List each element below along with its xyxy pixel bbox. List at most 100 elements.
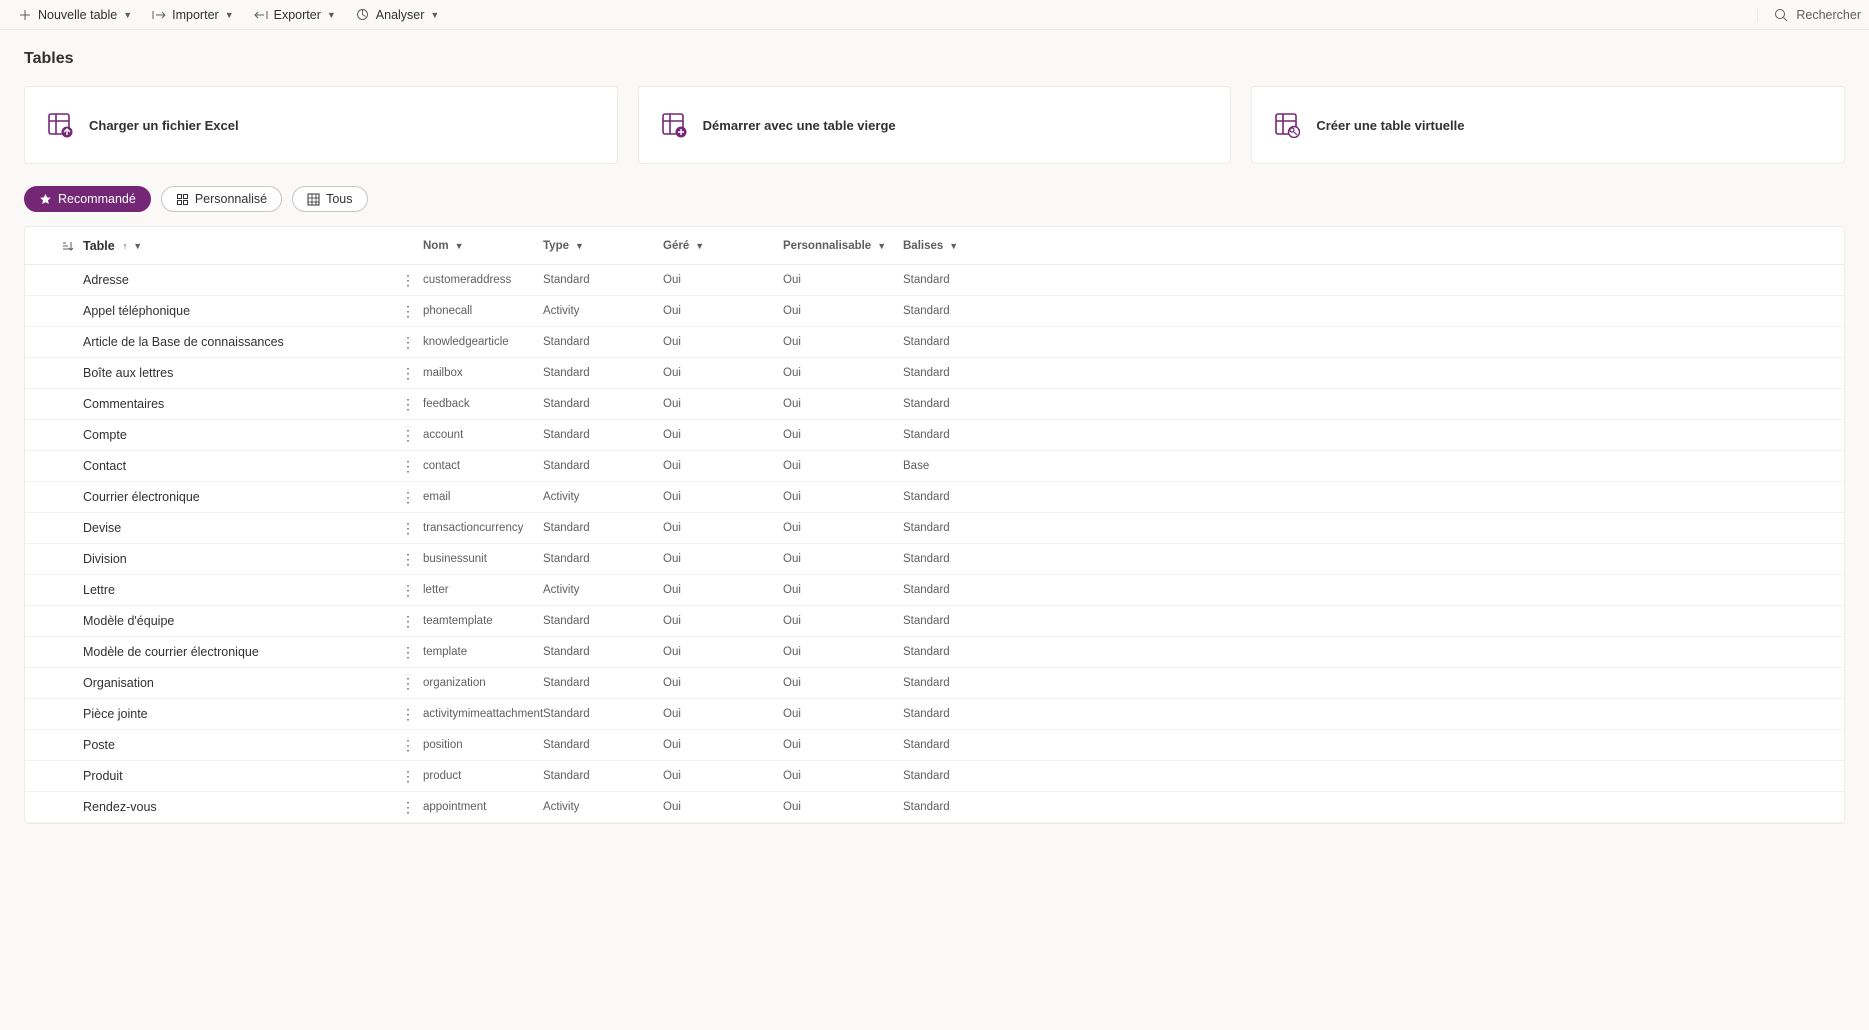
table-header-row: Table ↑ ▼ Nom ▼ Type ▼ Géré ▼ Personnali… [25,227,1844,265]
pill-custom[interactable]: Personnalisé [161,186,282,212]
table-name-link[interactable]: Courrier électronique [83,490,200,504]
table-name-link[interactable]: Commentaires [83,397,164,411]
table-row[interactable]: Compte⋮accountStandardOuiOuiStandard [25,420,1844,451]
cell-perso: Oui [783,336,903,348]
row-more-button[interactable]: ⋮ [393,521,423,535]
table-name-link[interactable]: Rendez-vous [83,800,157,814]
table-row[interactable]: Contact⋮contactStandardOuiOuiBase [25,451,1844,482]
cell-balises: Standard [903,739,1023,751]
card-upload-excel[interactable]: Charger un fichier Excel [24,86,618,164]
new-table-button[interactable]: Nouvelle table ▼ [8,4,142,26]
cell-perso: Oui [783,460,903,472]
card-create-virtual[interactable]: Créer une table virtuelle [1251,86,1845,164]
row-more-button[interactable]: ⋮ [393,335,423,349]
row-more-button[interactable]: ⋮ [393,614,423,628]
table-row[interactable]: Lettre⋮letterActivityOuiOuiStandard [25,575,1844,606]
table-name-link[interactable]: Produit [83,769,123,783]
table-name-link[interactable]: Appel téléphonique [83,304,190,318]
sort-icon[interactable] [61,240,73,252]
table-name-link[interactable]: Modèle de courrier électronique [83,645,259,659]
table-name-link[interactable]: Article de la Base de connaissances [83,335,284,349]
row-more-button[interactable]: ⋮ [393,707,423,721]
table-row[interactable]: Adresse⋮customeraddressStandardOuiOuiSta… [25,265,1844,296]
cell-perso: Oui [783,522,903,534]
col-header-balises[interactable]: Balises ▼ [903,240,1023,252]
cell-nom: feedback [423,398,543,410]
card-start-blank[interactable]: Démarrer avec une table vierge [638,86,1232,164]
table-name-link[interactable]: Lettre [83,583,115,597]
col-header-type[interactable]: Type ▼ [543,240,663,252]
table-row[interactable]: Modèle d'équipe⋮teamtemplateStandardOuiO… [25,606,1844,637]
row-more-button[interactable]: ⋮ [393,366,423,380]
row-more-button[interactable]: ⋮ [393,583,423,597]
cell-gere: Oui [663,677,783,689]
table-name-link[interactable]: Division [83,552,127,566]
more-vertical-icon: ⋮ [401,273,415,287]
table-row[interactable]: Division⋮businessunitStandardOuiOuiStand… [25,544,1844,575]
col-header-perso[interactable]: Personnalisable ▼ [783,240,903,252]
row-more-button[interactable]: ⋮ [393,490,423,504]
cell-perso: Oui [783,553,903,565]
cell-perso: Oui [783,677,903,689]
table-name-link[interactable]: Modèle d'équipe [83,614,174,628]
cell-gere: Oui [663,460,783,472]
table-row[interactable]: Organisation⋮organizationStandardOuiOuiS… [25,668,1844,699]
cell-balises: Standard [903,584,1023,596]
page-title: Tables [24,50,1845,68]
table-row[interactable]: Modèle de courrier électronique⋮template… [25,637,1844,668]
row-more-button[interactable]: ⋮ [393,428,423,442]
cell-gere: Oui [663,584,783,596]
table-name-link[interactable]: Contact [83,459,126,473]
table-name-link[interactable]: Devise [83,521,121,535]
row-more-button[interactable]: ⋮ [393,738,423,752]
table-row[interactable]: Appel téléphonique⋮phonecallActivityOuiO… [25,296,1844,327]
more-vertical-icon: ⋮ [401,552,415,566]
cell-nom: businessunit [423,553,543,565]
pill-recommended[interactable]: Recommandé [24,186,151,212]
table-name-link[interactable]: Organisation [83,676,154,690]
table-row[interactable]: Rendez-vous⋮appointmentActivityOuiOuiSta… [25,792,1844,823]
chevron-down-icon: ▼ [949,241,958,251]
card-upload-excel-label: Charger un fichier Excel [89,118,239,133]
table-name-link[interactable]: Adresse [83,273,129,287]
cell-perso: Oui [783,770,903,782]
row-more-button[interactable]: ⋮ [393,273,423,287]
row-more-button[interactable]: ⋮ [393,552,423,566]
table-row[interactable]: Commentaires⋮feedbackStandardOuiOuiStand… [25,389,1844,420]
table-name-link[interactable]: Boîte aux lettres [83,366,173,380]
table-name-link[interactable]: Compte [83,428,127,442]
table-row[interactable]: Devise⋮transactioncurrencyStandardOuiOui… [25,513,1844,544]
table-row[interactable]: Pièce jointe⋮activitymimeattachmentStand… [25,699,1844,730]
table-row[interactable]: Courrier électronique⋮emailActivityOuiOu… [25,482,1844,513]
row-more-button[interactable]: ⋮ [393,800,423,814]
table-row[interactable]: Produit⋮productStandardOuiOuiStandard [25,761,1844,792]
row-more-button[interactable]: ⋮ [393,459,423,473]
pill-all[interactable]: Tous [292,186,367,212]
table-name-link[interactable]: Poste [83,738,115,752]
export-button[interactable]: Exporter ▼ [244,4,346,26]
row-more-button[interactable]: ⋮ [393,676,423,690]
col-header-nom[interactable]: Nom ▼ [423,240,543,252]
table-row[interactable]: Poste⋮positionStandardOuiOuiStandard [25,730,1844,761]
cell-nom: letter [423,584,543,596]
row-more-button[interactable]: ⋮ [393,769,423,783]
cell-balises: Base [903,460,1023,472]
row-more-button[interactable]: ⋮ [393,397,423,411]
new-table-label: Nouvelle table [38,8,117,22]
row-more-button[interactable]: ⋮ [393,304,423,318]
col-header-gere[interactable]: Géré ▼ [663,240,783,252]
row-more-button[interactable]: ⋮ [393,645,423,659]
cell-type: Activity [543,584,663,596]
cell-perso: Oui [783,801,903,813]
table-row[interactable]: Boîte aux lettres⋮mailboxStandardOuiOuiS… [25,358,1844,389]
sort-asc-icon: ↑ [123,241,128,251]
analyze-button[interactable]: Analyser ▼ [346,4,450,26]
more-vertical-icon: ⋮ [401,521,415,535]
table-name-link[interactable]: Pièce jointe [83,707,148,721]
col-header-table[interactable]: Table ↑ ▼ [83,239,393,253]
cell-balises: Standard [903,708,1023,720]
search-button[interactable]: Rechercher [1774,8,1861,22]
table-row[interactable]: Article de la Base de connaissances⋮know… [25,327,1844,358]
import-button[interactable]: Importer ▼ [142,4,243,26]
cell-perso: Oui [783,429,903,441]
